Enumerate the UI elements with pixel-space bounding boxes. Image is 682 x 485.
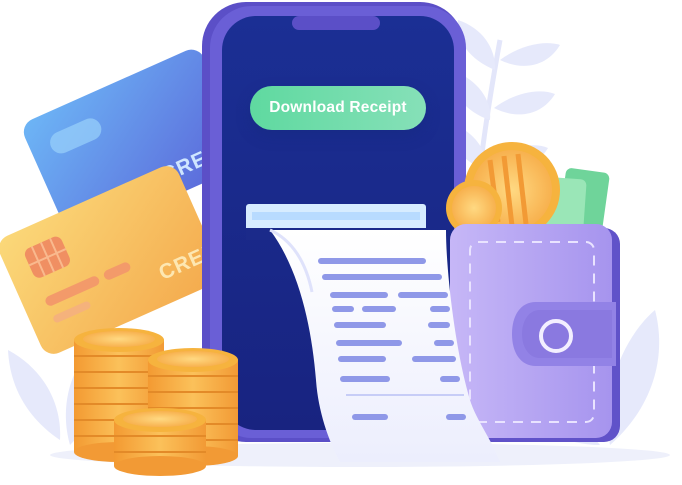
wallet-body-icon xyxy=(450,224,620,442)
download-receipt-button[interactable]: Download Receipt xyxy=(250,86,426,130)
illustration-canvas: CREDIT CREDIT xyxy=(0,2,670,476)
receipt-illustration: CREDIT CREDIT Download Receipt xyxy=(0,0,682,480)
coin-stack-icon xyxy=(74,328,238,476)
